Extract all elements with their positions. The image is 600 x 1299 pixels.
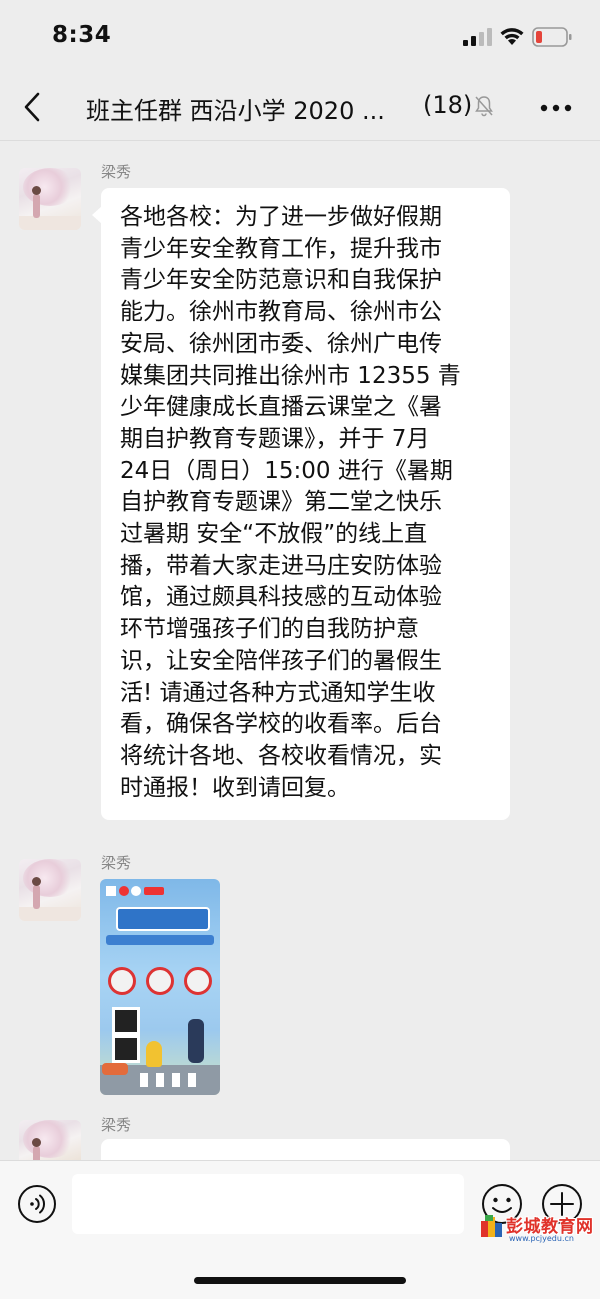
status-time: 8:34 [52, 22, 112, 48]
battery-low-icon [532, 27, 572, 47]
chat-title: 班主任群 西沿小学 2020 ... [86, 97, 385, 125]
chat-header: 班主任群 西沿小学 2020 ... (18) [0, 76, 600, 141]
watermark-url: www.pcjyedu.cn [509, 1234, 574, 1243]
more-dots-icon[interactable] [539, 101, 573, 115]
avatar[interactable] [19, 168, 81, 230]
chevron-left-icon[interactable] [18, 90, 48, 124]
poster-logos-icon [106, 886, 164, 896]
sender-name: 梁秀 [101, 163, 132, 181]
bell-muted-icon [475, 96, 493, 117]
voice-icon[interactable] [17, 1184, 57, 1224]
sender-name: 梁秀 [101, 854, 132, 872]
cellular-signal-icon [463, 28, 492, 46]
sender-name: 梁秀 [101, 1116, 132, 1134]
status-bar: 8:34 [0, 0, 600, 76]
member-count: (18) [423, 91, 473, 119]
avatar[interactable] [19, 859, 81, 921]
text-message-bubble[interactable]: 各地各校：为了进一步做好假期 青少年安全教育工作，提升我市 青少年安全防范意识和… [92, 188, 510, 821]
message-input[interactable] [72, 1174, 464, 1234]
avatar[interactable] [19, 1120, 81, 1160]
image-message-poster[interactable] [100, 879, 220, 1095]
watermark-logo-icon [481, 1215, 502, 1237]
home-indicator [194, 1277, 406, 1284]
wifi-icon [500, 28, 524, 45]
